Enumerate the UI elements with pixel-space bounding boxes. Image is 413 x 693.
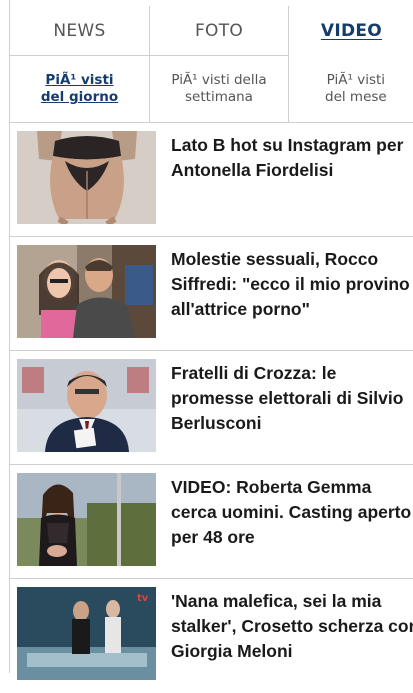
tab-news[interactable]: NEWS [10, 6, 150, 56]
video-thumbnail[interactable] [17, 245, 156, 338]
video-list: Lato B hot su Instagram per Antonella Fi… [10, 123, 413, 693]
video-title[interactable]: Molestie sessuali, Rocco Siffredi: "ecco… [171, 247, 413, 322]
video-item[interactable]: Molestie sessuali, Rocco Siffredi: "ecco… [10, 237, 413, 351]
video-thumbnail[interactable] [17, 359, 156, 452]
video-title[interactable]: 'Nana malefica, sei la mia stalker', Cro… [171, 589, 413, 664]
subtab-label: PiÃ¹ visti del giorno [40, 72, 119, 105]
video-title[interactable]: Lato B hot su Instagram per Antonella Fi… [171, 133, 413, 183]
tab-video[interactable]: VIDEO [289, 6, 413, 56]
video-title[interactable]: Fratelli di Crozza: le promesse elettora… [171, 361, 413, 436]
video-item[interactable]: VIDEO: Roberta Gemma cerca uomini. Casti… [10, 465, 413, 579]
video-item[interactable]: Lato B hot su Instagram per Antonella Fi… [10, 123, 413, 237]
subtab-label: PiÃ¹ visti del mese [325, 72, 387, 105]
sub-tabs: PiÃ¹ visti del giorno PiÃ¹ visti della s… [10, 56, 413, 123]
subtab-most-viewed-day[interactable]: PiÃ¹ visti del giorno [10, 56, 150, 122]
video-thumbnail[interactable]: tv [17, 587, 156, 680]
video-thumbnail[interactable] [17, 473, 156, 566]
video-item[interactable]: Fratelli di Crozza: le promesse elettora… [10, 351, 413, 465]
video-thumbnail[interactable] [17, 131, 156, 224]
video-widget: NEWS FOTO VIDEO PiÃ¹ visti del giorno Pi… [9, 0, 413, 680]
video-item[interactable]: tv 'Nana malefica, sei la mia stalker', … [10, 579, 413, 693]
video-title[interactable]: VIDEO: Roberta Gemma cerca uomini. Casti… [171, 475, 413, 550]
subtab-most-viewed-month[interactable]: PiÃ¹ visti del mese [289, 56, 413, 122]
main-tabs: NEWS FOTO VIDEO [10, 6, 413, 56]
svg-text:tv: tv [137, 593, 149, 604]
tab-foto[interactable]: FOTO [150, 6, 289, 56]
subtab-label: PiÃ¹ visti della settimana [171, 72, 267, 105]
subtab-most-viewed-week[interactable]: PiÃ¹ visti della settimana [150, 56, 289, 122]
